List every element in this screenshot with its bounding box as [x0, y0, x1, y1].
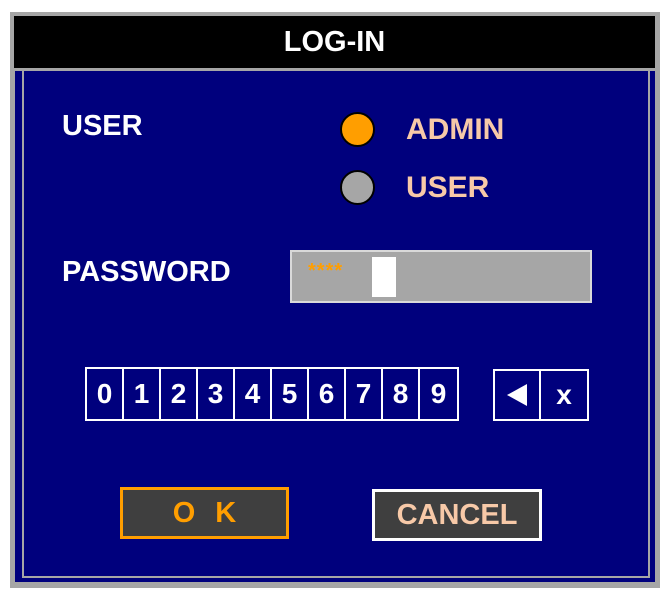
- password-mask: ****: [308, 260, 344, 282]
- key-4[interactable]: 4: [235, 369, 272, 419]
- dialog-title: LOG-IN: [283, 25, 386, 58]
- backspace-button[interactable]: [495, 371, 541, 419]
- key-0[interactable]: 0: [87, 369, 124, 419]
- clear-button[interactable]: x: [541, 371, 587, 419]
- key-9[interactable]: 9: [420, 369, 457, 419]
- key-7[interactable]: 7: [346, 369, 383, 419]
- key-6[interactable]: 6: [309, 369, 346, 419]
- cancel-button[interactable]: CANCEL: [372, 489, 542, 541]
- key-1[interactable]: 1: [124, 369, 161, 419]
- radio-user[interactable]: USER: [340, 170, 489, 205]
- key-2[interactable]: 2: [161, 369, 198, 419]
- key-5[interactable]: 5: [272, 369, 309, 419]
- key-8[interactable]: 8: [383, 369, 420, 419]
- radio-selected-icon[interactable]: [340, 112, 375, 147]
- user-label: USER: [62, 110, 143, 142]
- radio-admin-label: ADMIN: [406, 112, 505, 146]
- radio-user-label: USER: [406, 170, 490, 204]
- digit-keypad: 0 1 2 3 4 5 6 7 8 9: [85, 367, 459, 421]
- password-label: PASSWORD: [62, 256, 231, 288]
- edit-keypad: x: [493, 369, 589, 421]
- title-bar: LOG-IN: [14, 16, 655, 71]
- key-3[interactable]: 3: [198, 369, 235, 419]
- ok-button[interactable]: OK: [120, 487, 289, 539]
- radio-admin[interactable]: ADMIN: [340, 112, 504, 147]
- text-cursor: [372, 257, 396, 297]
- password-field[interactable]: ****: [290, 250, 592, 303]
- dialog-border: [22, 70, 650, 578]
- radio-unselected-icon[interactable]: [340, 170, 375, 205]
- left-triangle-icon: [507, 384, 527, 406]
